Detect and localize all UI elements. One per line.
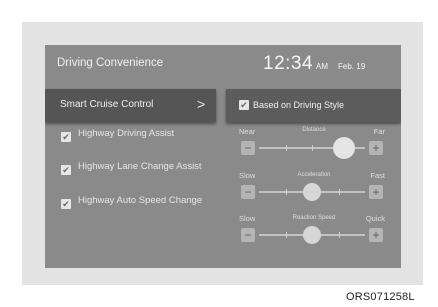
clock-ampm: AM	[316, 62, 329, 71]
slider-knob[interactable]	[332, 137, 355, 159]
based-on-driving-style-option[interactable]: ✔ Based on Driving Style	[226, 89, 401, 122]
check-icon[interactable]: ✔	[61, 199, 71, 209]
check-icon[interactable]: ✔	[61, 165, 71, 175]
screen-title: Driving Convenience	[57, 57, 164, 69]
increase-button[interactable]: +	[369, 228, 383, 242]
slider-tick	[285, 145, 287, 151]
slider-max-label: Far	[373, 127, 385, 136]
clock-time: 12:34	[263, 53, 314, 74]
figure-code: ORS071258L	[346, 291, 415, 303]
slider-tick	[338, 232, 340, 238]
highway-lane-change-assist-label: Highway Lane Change Assist	[78, 161, 202, 172]
slider-tick	[338, 189, 340, 195]
menu-item-smart-cruise-control[interactable]: Smart Cruise Control >	[45, 89, 216, 122]
chevron-right-icon: >	[197, 96, 206, 112]
decrease-button[interactable]: −	[241, 185, 255, 199]
slider-title: Acceleration	[297, 172, 331, 178]
menu-item-label: Smart Cruise Control	[60, 99, 154, 110]
slider-tick	[312, 145, 313, 151]
slider-max-label: Quick	[365, 214, 385, 223]
check-icon[interactable]: ✔	[239, 100, 249, 110]
slider-tick	[285, 232, 287, 238]
decrease-button[interactable]: −	[241, 228, 255, 242]
decrease-button[interactable]: −	[241, 141, 255, 155]
clock-date: Feb. 19	[338, 62, 366, 71]
clock: 12:34 AM Feb. 19	[263, 53, 365, 75]
slider-tick	[285, 189, 287, 195]
reaction-speed-slider: Slow Reaction Speed Quick − +	[239, 214, 389, 264]
infotainment-screen: Driving Convenience 12:34 AM Feb. 19 Smart…	[45, 45, 401, 268]
highway-auto-speed-change-label: Highway Auto Speed Change	[78, 195, 203, 206]
distance-slider: Near Distance Far − +	[239, 127, 389, 177]
increase-button[interactable]: +	[369, 185, 383, 199]
based-on-driving-style-label: Based on Driving Style	[253, 100, 345, 110]
check-icon[interactable]: ✔	[61, 132, 71, 142]
slider-title: Distance	[302, 127, 326, 133]
slider-knob[interactable]	[303, 183, 321, 201]
highway-driving-assist-label: Highway Driving Assist	[78, 128, 175, 139]
slider-max-label: Fast	[370, 171, 385, 180]
slider-knob[interactable]	[303, 226, 321, 244]
increase-button[interactable]: +	[369, 141, 383, 155]
